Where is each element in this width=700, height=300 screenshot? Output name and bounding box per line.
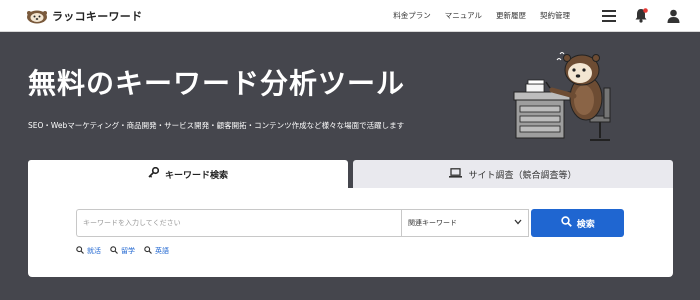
nav-changelog[interactable]: 更新履歴 bbox=[496, 10, 526, 21]
suggestion-label: 英語 bbox=[155, 247, 169, 255]
search-type-select[interactable]: 関連キーワード bbox=[400, 209, 530, 237]
laptop-icon bbox=[449, 167, 463, 181]
search-tabs: キーワード検索 サイト調査（競合調査等） bbox=[28, 160, 673, 188]
logo[interactable]: ラッコキーワード bbox=[26, 6, 142, 25]
suggestion-label: 留学 bbox=[121, 247, 135, 255]
bell-icon[interactable] bbox=[632, 7, 650, 25]
nav-contract[interactable]: 契約管理 bbox=[540, 10, 570, 21]
sea-otter-logo-icon bbox=[26, 8, 48, 24]
suggestion-link[interactable]: 就活 bbox=[76, 246, 101, 256]
suggestion-link[interactable]: 英語 bbox=[144, 246, 169, 256]
top-bar: ラッコキーワード 料金プラン マニュアル 更新履歴 契約管理 bbox=[0, 0, 700, 32]
tab-keyword-search-label: キーワード検索 bbox=[164, 170, 228, 181]
search-panel: 関連キーワード 検索 bbox=[28, 188, 673, 277]
sea-otter-desk-illustration bbox=[512, 48, 622, 148]
suggestion-label: 就活 bbox=[87, 247, 101, 255]
hero-title: 無料のキーワード分析ツール bbox=[28, 67, 406, 100]
chevron-down-icon bbox=[514, 219, 522, 227]
search-type-value: 関連キーワード bbox=[407, 219, 457, 227]
user-icon[interactable] bbox=[664, 7, 682, 25]
nav-manual[interactable]: マニュアル bbox=[445, 10, 482, 21]
search-row: 関連キーワード 検索 bbox=[76, 209, 624, 237]
suggestion-link[interactable]: 留学 bbox=[110, 246, 135, 256]
key-icon bbox=[148, 166, 160, 181]
top-nav: 料金プラン マニュアル 更新履歴 契約管理 bbox=[393, 0, 570, 31]
search-button-label: 検索 bbox=[576, 219, 595, 230]
hero-subtitle: SEO・Webマーケティング・商品開発・サービス開発・顧客開拓・コンテンツ作成な… bbox=[28, 121, 405, 130]
tab-keyword-search[interactable]: キーワード検索 bbox=[28, 160, 348, 188]
search-icon bbox=[76, 246, 84, 256]
tab-site-research[interactable]: サイト調査（競合調査等） bbox=[353, 160, 673, 188]
menu-icon[interactable] bbox=[600, 7, 618, 25]
nav-pricing[interactable]: 料金プラン bbox=[393, 10, 431, 21]
search-icon bbox=[110, 246, 118, 256]
suggestion-links: 就活 留学 英語 bbox=[76, 246, 169, 256]
search-button[interactable]: 検索 bbox=[531, 209, 624, 237]
logo-text: ラッコキーワード bbox=[52, 9, 143, 23]
tab-site-research-label: サイト調査（競合調査等） bbox=[468, 170, 577, 181]
header-icons bbox=[600, 6, 682, 25]
search-icon bbox=[144, 246, 152, 256]
keyword-input[interactable] bbox=[76, 209, 401, 237]
search-icon bbox=[561, 216, 572, 230]
